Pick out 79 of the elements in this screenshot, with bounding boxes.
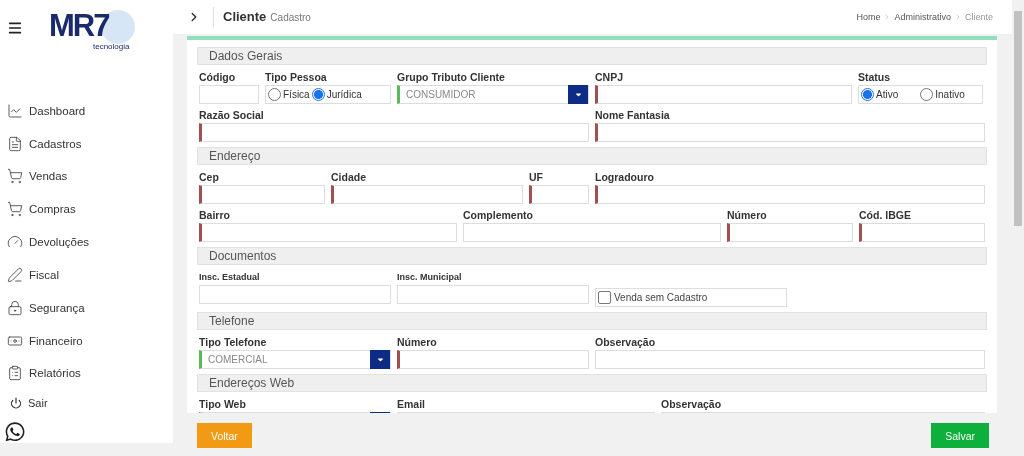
radio-option[interactable]: Física: [268, 88, 310, 101]
field-label: Número: [727, 209, 768, 223]
field-label: Observação: [661, 398, 723, 412]
dropdown-icon[interactable]: [370, 350, 390, 369]
input-field[interactable]: [199, 223, 457, 242]
section-header: Endereço: [197, 147, 987, 165]
checkbox-option[interactable]: Venda sem Cadastro: [595, 288, 787, 307]
section-header: Telefone: [197, 312, 987, 330]
select-field[interactable]: CONSUMIDOR: [397, 85, 589, 104]
sidebar-item[interactable]: Dashboard: [0, 94, 173, 128]
field-label: Cep: [199, 171, 220, 185]
field-label: CNPJ: [595, 71, 624, 85]
cart-icon: [7, 168, 23, 185]
input-field[interactable]: [727, 223, 853, 242]
dropdown-icon[interactable]: [568, 85, 588, 104]
select-field[interactable]: COMERCIAL: [199, 350, 391, 369]
report-icon: [7, 365, 23, 382]
sidebar-item[interactable]: Devoluções: [0, 225, 173, 259]
sidebar-item[interactable]: Fiscal: [0, 258, 173, 292]
input-field[interactable]: [397, 285, 589, 304]
input-field[interactable]: [595, 123, 985, 142]
input-field[interactable]: [199, 185, 325, 204]
field-label: Observação: [595, 336, 657, 350]
field-label: Status: [858, 71, 892, 85]
radio-option[interactable]: Jurídica: [311, 88, 362, 101]
field-label: Tipo Web: [199, 398, 247, 412]
section-header: Dados Gerais: [197, 47, 987, 65]
section-header: Documentos: [197, 247, 987, 265]
document-icon: [7, 135, 23, 152]
input-field[interactable]: [595, 185, 985, 204]
input-field[interactable]: [595, 85, 852, 104]
input-field[interactable]: [199, 123, 589, 142]
field-label: Cód. IBGE: [859, 209, 912, 223]
field-label: Bairro: [199, 209, 231, 223]
input-field[interactable]: [397, 350, 589, 369]
select-value: CONSUMIDOR: [406, 89, 476, 100]
field-label: Insc. Estadual: [199, 271, 261, 284]
input-field[interactable]: [199, 285, 391, 304]
input-field[interactable]: [859, 223, 985, 242]
sidebar-item[interactable]: Vendas: [0, 160, 173, 193]
breadcrumb-link[interactable]: Home: [856, 12, 881, 22]
field-label: Razão Social: [199, 109, 265, 123]
field-label: Complemento: [463, 209, 534, 223]
field-label: Código: [199, 71, 237, 85]
sidebar-item[interactable]: Segurança: [0, 291, 173, 325]
input-field[interactable]: [595, 350, 985, 369]
field-label: Tipo Pessoa: [265, 71, 328, 85]
radio-option[interactable]: Inativo: [920, 88, 965, 101]
sidebar-item[interactable]: Compras: [0, 192, 173, 226]
sidebar-item[interactable]: Cadastros: [0, 127, 173, 160]
breadcrumb-link[interactable]: Administrativo: [894, 12, 951, 22]
input-field[interactable]: [199, 85, 259, 104]
sidebar-item[interactable]: Sair: [0, 389, 173, 416]
section-header: Endereços Web: [197, 374, 987, 392]
field-label: Número: [397, 336, 438, 350]
field-label: Insc. Municipal: [397, 271, 463, 284]
pen-icon: [7, 266, 23, 283]
input-field[interactable]: [331, 185, 523, 204]
select-value: COMERCIAL: [208, 354, 268, 365]
field-label: Tipo Telefone: [199, 336, 268, 350]
field-label: Cidade: [331, 171, 367, 185]
page-title: Cliente: [213, 7, 267, 27]
cart-icon: [7, 201, 23, 218]
sidebar-item[interactable]: Relatórios: [0, 357, 173, 390]
field-label: Nome Fantasia: [595, 109, 671, 123]
field-label: Email: [397, 398, 426, 412]
field-label: Logradouro: [595, 171, 655, 185]
radio-option[interactable]: Ativo: [861, 88, 899, 101]
field-label: Grupo Tributo Cliente: [397, 71, 506, 85]
input-field[interactable]: [529, 185, 589, 204]
whatsapp-icon[interactable]: [4, 421, 26, 443]
lock-icon: [7, 299, 23, 316]
input-field[interactable]: [463, 223, 721, 242]
field-label: UF: [529, 171, 544, 185]
page-subtitle: Cadastro: [270, 11, 311, 23]
power-icon: [10, 396, 22, 409]
sidebar-item[interactable]: Financeiro: [0, 324, 173, 358]
chart-icon: [7, 102, 23, 119]
separator-icon: [954, 13, 962, 21]
